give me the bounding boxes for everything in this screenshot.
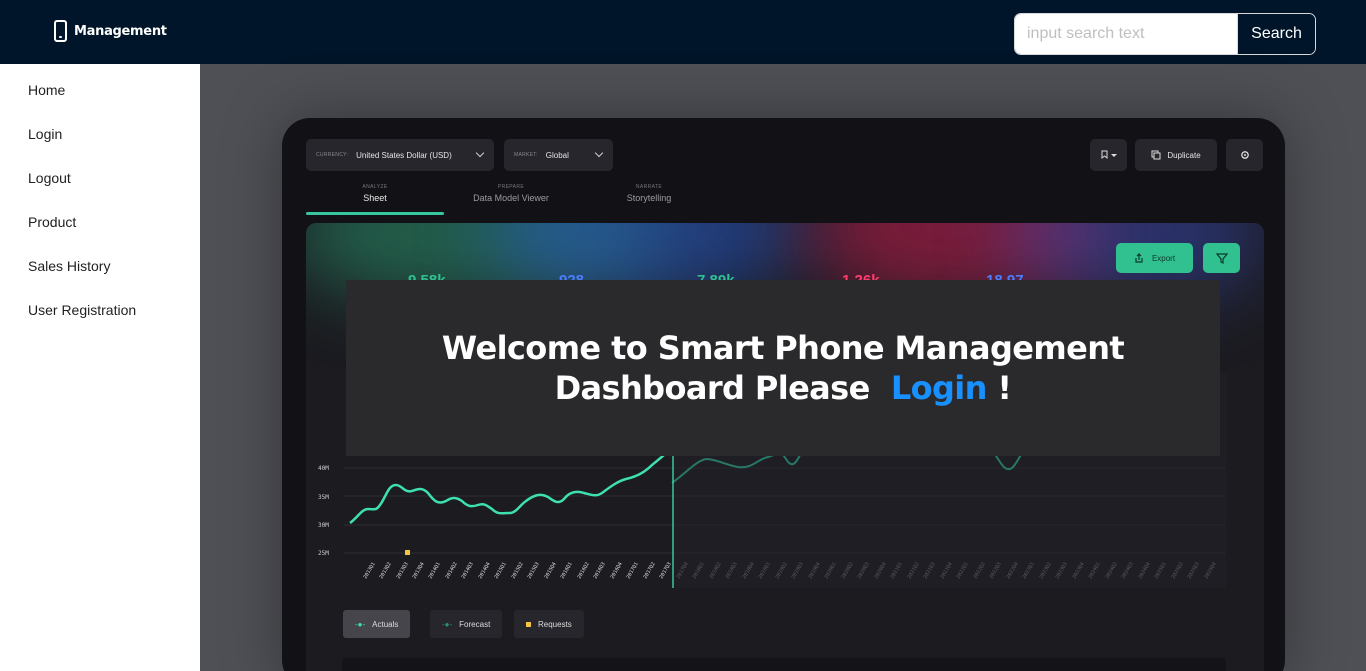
sidebar-item-login[interactable]: Login: [0, 110, 200, 154]
currency-key: CURRENCY:: [316, 152, 349, 158]
svg-text:2014Q3: 2014Q3: [461, 561, 475, 580]
line-marker-icon: -●-: [355, 619, 366, 629]
svg-text:2014Q4: 2014Q4: [478, 561, 492, 580]
legend-label: Forecast: [459, 619, 491, 629]
svg-text:2015Q1: 2015Q1: [494, 561, 508, 580]
currency-dropdown: CURRENCY: United States Dollar (USD): [306, 139, 494, 171]
svg-text:2015Q3: 2015Q3: [527, 561, 541, 580]
legend-requests: Requests: [514, 610, 584, 638]
tab-data-model-viewer: PREPARE Data Model Viewer: [442, 184, 580, 203]
brand-name: Management: [74, 23, 167, 39]
sidebar-item-logout[interactable]: Logout: [0, 154, 200, 198]
welcome-heading: Welcome to Smart Phone Management Dashbo…: [346, 328, 1220, 408]
search-input[interactable]: [1015, 14, 1237, 54]
tab-label: Sheet: [363, 193, 387, 203]
tab-kicker: PREPARE: [497, 184, 525, 190]
bookmark-icon: [1101, 150, 1117, 160]
svg-text:2014Q2: 2014Q2: [445, 561, 459, 580]
svg-text:2015Q4: 2015Q4: [544, 561, 558, 580]
tab-label: Storytelling: [626, 193, 672, 203]
chevron-down-icon: [594, 148, 604, 158]
svg-text:2017Q2: 2017Q2: [643, 561, 657, 580]
market-value: Global: [545, 150, 569, 160]
legend-actuals: -●- Actuals: [343, 610, 411, 638]
search-button[interactable]: Search: [1237, 14, 1315, 54]
svg-text:2013Q4: 2013Q4: [412, 561, 426, 580]
duplicate-label: Duplicate: [1167, 150, 1201, 160]
login-link[interactable]: Login: [891, 369, 988, 407]
tab-kicker: ANALYZE: [362, 184, 388, 190]
tab-sheet: ANALYZE Sheet: [306, 184, 444, 203]
y-tick-label: 25M: [318, 550, 329, 557]
legend-forecast: -●- Forecast: [430, 610, 503, 638]
welcome-exclaim: !: [997, 369, 1012, 407]
search-bar: Search: [1014, 13, 1316, 55]
top-navbar: Management Search: [0, 0, 1366, 64]
svg-text:2017Q3: 2017Q3: [659, 561, 673, 580]
svg-text:2016Q3: 2016Q3: [593, 561, 607, 580]
sidebar-item-sales-history[interactable]: Sales History: [0, 242, 200, 286]
bookmark-dropdown: [1090, 139, 1127, 171]
brand[interactable]: Management: [54, 20, 167, 42]
tab-kicker: NARRATE: [635, 184, 663, 190]
y-tick-label: 35M: [318, 494, 329, 501]
svg-text:2016Q2: 2016Q2: [577, 561, 591, 580]
legend-label: Requests: [538, 619, 572, 629]
market-dropdown: MARKET: Global: [504, 139, 613, 171]
svg-text:2013Q1: 2013Q1: [363, 561, 377, 580]
tab-label: Data Model Viewer: [473, 193, 549, 203]
svg-text:2015Q2: 2015Q2: [511, 561, 525, 580]
y-tick-label: 30M: [318, 522, 329, 529]
svg-text:2016Q4: 2016Q4: [610, 561, 624, 580]
sidebar: Home Login Logout Product Sales History …: [0, 64, 200, 671]
sidebar-item-user-registration[interactable]: User Registration: [0, 286, 200, 330]
settings-button: [1226, 139, 1263, 171]
svg-text:2017Q1: 2017Q1: [626, 561, 640, 580]
svg-text:2014Q1: 2014Q1: [428, 561, 442, 580]
square-marker-icon: [526, 621, 531, 627]
line-marker-icon: -●-: [442, 619, 453, 629]
bottom-strip: [342, 658, 1226, 671]
mobile-phone-icon: [54, 20, 67, 42]
svg-text:2013Q2: 2013Q2: [379, 561, 393, 580]
welcome-text: Welcome to Smart Phone Management Dashbo…: [441, 329, 1125, 407]
sidebar-item-product[interactable]: Product: [0, 198, 200, 242]
welcome-banner: Welcome to Smart Phone Management Dashbo…: [346, 280, 1220, 456]
sidebar-item-home[interactable]: Home: [0, 66, 200, 110]
currency-value: United States Dollar (USD): [356, 150, 452, 160]
duplicate-button: Duplicate: [1135, 139, 1217, 171]
copy-icon: [1151, 150, 1161, 160]
y-tick-label: 40M: [318, 465, 329, 472]
tab-storytelling: NARRATE Storytelling: [580, 184, 718, 203]
gear-icon: [1240, 151, 1249, 159]
svg-text:2016Q1: 2016Q1: [560, 561, 574, 580]
chevron-down-icon: [475, 148, 485, 158]
market-key: MARKET:: [514, 152, 538, 158]
legend-label: Actuals: [372, 619, 399, 629]
svg-text:2013Q3: 2013Q3: [396, 561, 410, 580]
active-tab-indicator: [306, 212, 444, 215]
